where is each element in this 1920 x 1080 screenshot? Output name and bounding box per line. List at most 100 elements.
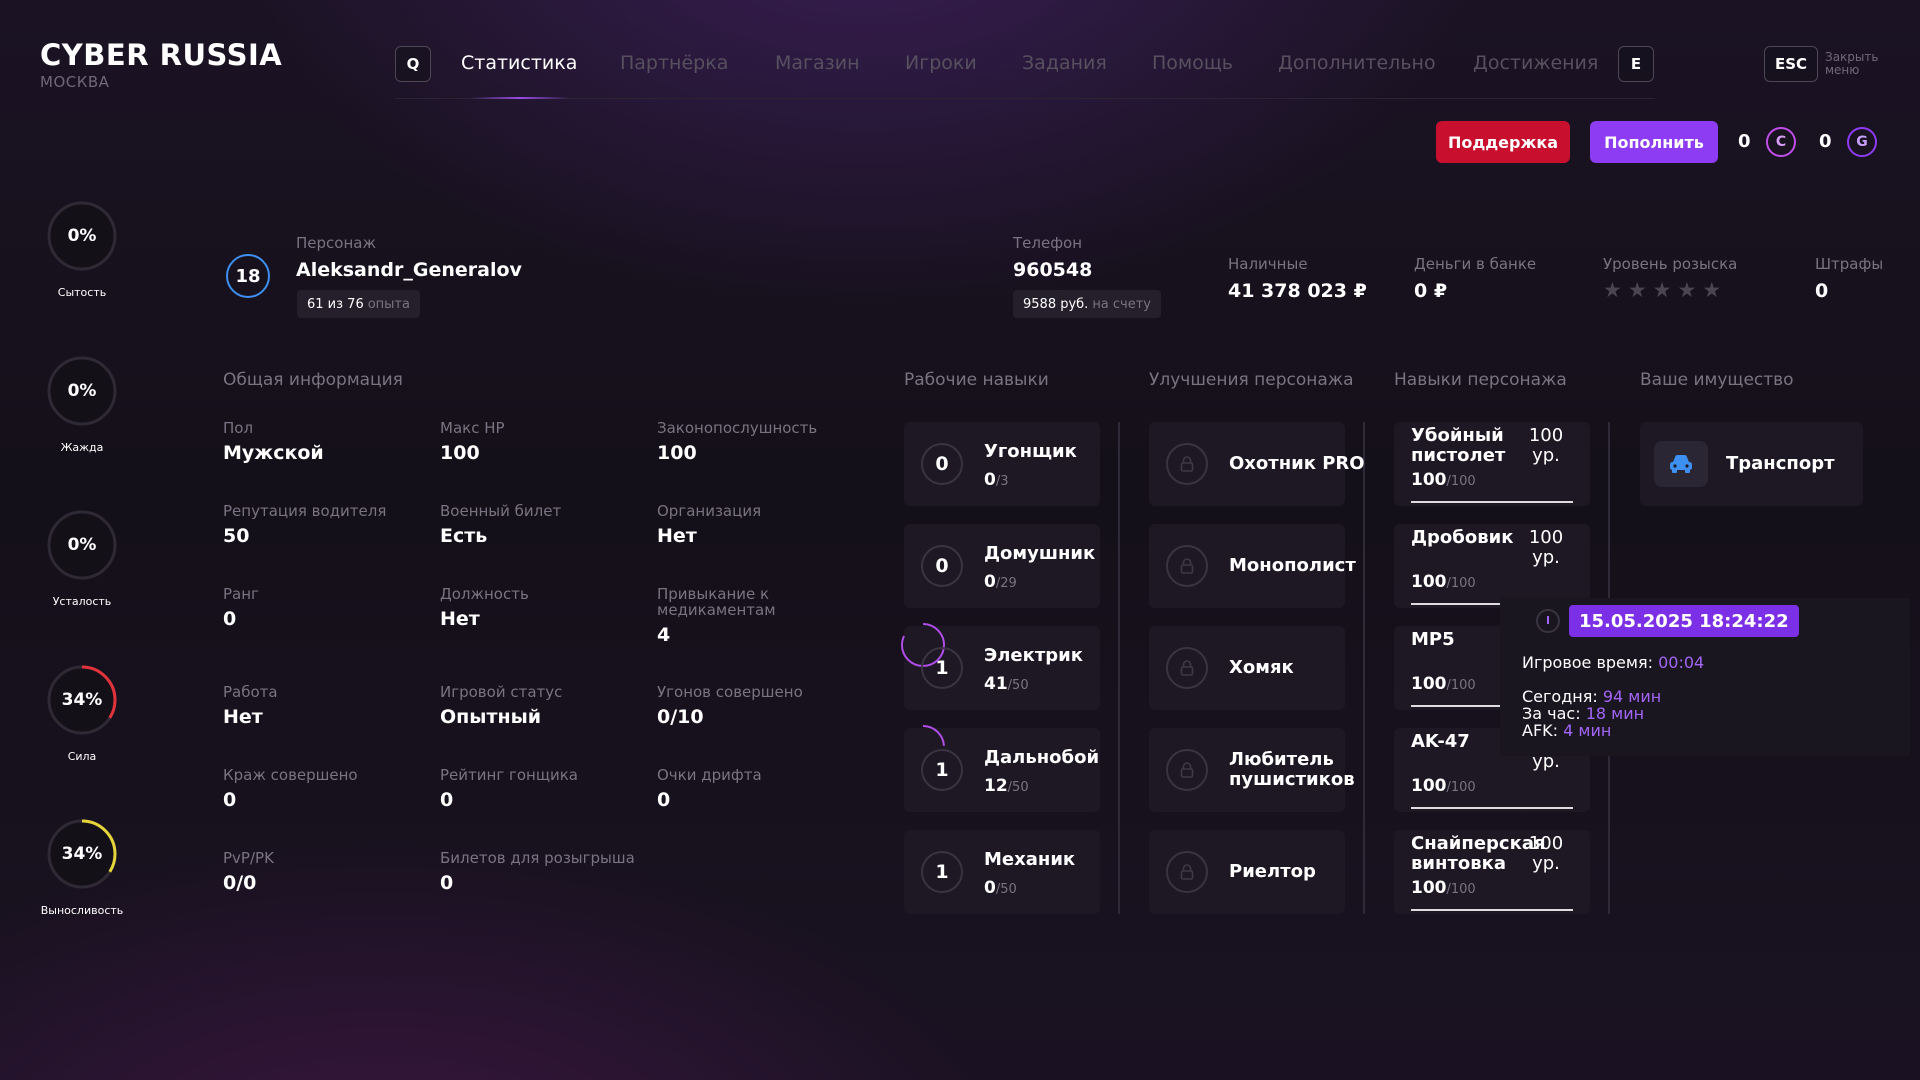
general-field: Рейтинг гонщика 0 [440, 767, 640, 811]
char-skill-level: 100 ур. [1528, 833, 1564, 874]
work-skill-current: 0 [984, 470, 996, 490]
need-label: Выносливость [40, 904, 124, 917]
work-skill-name: Электрик [984, 645, 1083, 666]
work-skill-name: Угонщик [984, 441, 1077, 462]
need-label: Жажда [60, 441, 104, 454]
support-button[interactable]: Поддержка [1436, 121, 1570, 163]
general-field-label: Рейтинг гонщика [440, 766, 578, 784]
general-field: Пол Мужской [223, 420, 423, 464]
property-title: Ваше имущество [1640, 370, 1794, 390]
work-skill-progress: 41/50 [984, 674, 1029, 694]
phone-number: 960548 [1013, 259, 1093, 281]
general-field: Краж совершено 0 [223, 767, 423, 811]
work-skill-card[interactable]: 0 Угонщик 0/3 [904, 422, 1100, 506]
work-skill-card[interactable]: 1 Электрик 41/50 [901, 623, 1100, 710]
upgrade-name: Охотник PRO [1229, 453, 1365, 474]
column-divider [1118, 422, 1120, 914]
general-field-value: Нет [440, 608, 480, 630]
char-skill-current: 100 [1411, 878, 1447, 898]
character-label: Персонаж [296, 234, 376, 252]
char-skill-card[interactable]: Дробовик 100 ур. 100/100 [1394, 524, 1590, 608]
general-field-value: 0 [440, 789, 454, 811]
upgrade-name: Монополист [1229, 555, 1356, 576]
general-field-label: Организация [657, 502, 762, 520]
nav-next-key[interactable]: E [1618, 46, 1654, 82]
work-skill-card[interactable]: 1 Механик 0/50 [904, 830, 1100, 914]
general-field-label: Военный билет [440, 502, 562, 520]
general-field-value: 0/10 [657, 706, 704, 728]
tab-additional[interactable]: Дополнительно [1278, 52, 1436, 74]
need-label: Сила [67, 750, 97, 763]
nav-prev-key[interactable]: Q [395, 46, 431, 82]
need-label: Сытость [57, 286, 107, 299]
work-skill-max: /50 [1007, 678, 1029, 693]
work-skill-name: Домушник [984, 543, 1096, 564]
currency-c-value: 0 [1738, 131, 1751, 152]
char-skills-title: Навыки персонажа [1394, 370, 1567, 390]
upgrade-card[interactable]: Риелтор [1149, 830, 1345, 914]
need-ring: 0% [46, 509, 118, 581]
g-coin-icon: G [1847, 127, 1877, 157]
tab-partner[interactable]: Партнёрка [620, 52, 728, 74]
general-field-label: Работа [223, 683, 278, 701]
general-field-value: 100 [440, 442, 480, 464]
upgrade-name: Любитель пушистиков [1229, 749, 1355, 790]
general-field: Ранг 0 [223, 586, 423, 630]
work-skill-card[interactable]: 0 Домушник 0/29 [904, 524, 1100, 608]
upgrade-card[interactable]: Хомяк [1149, 626, 1345, 710]
wanted-label: Уровень розыска [1603, 255, 1738, 273]
general-field-label: Ранг [223, 585, 259, 603]
general-field: Работа Нет [223, 684, 423, 728]
nav-active-underline [470, 97, 570, 99]
char-skill-card[interactable]: Убойный пистолет 100 ур. 100/100 [1394, 422, 1590, 506]
fines-value: 0 [1815, 280, 1829, 302]
general-field: Билетов для розыгрыша 0 [440, 850, 640, 894]
char-skill-card[interactable]: Снайперская винтовка 100 ур. 100/100 [1394, 830, 1590, 914]
general-field: Очки дрифта 0 [657, 767, 857, 811]
work-skill-card[interactable]: 1 Дальнобой 12/50 [901, 725, 1100, 812]
char-skill-progress: 100/100 [1411, 776, 1476, 796]
tab-players[interactable]: Игроки [905, 52, 977, 74]
char-skill-progress: 100/100 [1411, 674, 1476, 694]
general-field-value: Нет [223, 706, 263, 728]
general-field-value: Опытный [440, 706, 542, 728]
char-skill-current: 100 [1411, 674, 1447, 694]
work-skill-level: 1 [921, 647, 963, 689]
tab-shop[interactable]: Магазин [775, 52, 860, 74]
work-skill-level: 0 [921, 443, 963, 485]
general-field: Организация Нет [657, 503, 857, 547]
char-skill-bar [1411, 909, 1573, 911]
tooltip-afk: AFK: 4 мин [1522, 721, 1612, 740]
phone-balance-unit: на счету [1092, 296, 1152, 312]
char-skill-max: /100 [1446, 678, 1476, 693]
general-field-label: Привыкание к медикаментам [657, 585, 776, 619]
char-skill-max: /100 [1446, 474, 1476, 489]
esc-key[interactable]: ESC [1764, 46, 1818, 82]
close-menu-label[interactable]: Закрыть меню [1825, 51, 1878, 77]
wanted-star-icon: ★ [1702, 278, 1722, 302]
general-field-label: Макс HP [440, 419, 505, 437]
char-skill-max: /100 [1446, 780, 1476, 795]
upgrade-card[interactable]: Монополист [1149, 524, 1356, 608]
property-name: Транспорт [1726, 453, 1835, 474]
general-field-label: PvP/PK [223, 849, 274, 867]
upgrade-card[interactable]: Любитель пушистиков [1149, 728, 1355, 812]
level-badge: 18 [226, 254, 270, 298]
topup-button[interactable]: Пополнить [1590, 121, 1718, 163]
general-field-value: Есть [440, 525, 488, 547]
property-card-transport[interactable]: Транспорт [1640, 422, 1863, 506]
char-skill-max: /100 [1446, 882, 1476, 897]
tab-help[interactable]: Помощь [1152, 52, 1233, 74]
general-field: Угонов совершено 0/10 [657, 684, 857, 728]
work-skill-progress: 12/50 [984, 776, 1029, 796]
char-skill-level: 100 ур. [1528, 527, 1564, 568]
brand-city: МОСКВА [40, 73, 110, 91]
need-value: 34% [61, 690, 103, 710]
need-ring: 34% [46, 818, 118, 890]
tab-achievements[interactable]: Достижения [1473, 52, 1598, 74]
upgrade-card[interactable]: Охотник PRO [1149, 422, 1365, 506]
char-skill-level: 100 ур. [1528, 425, 1564, 466]
tab-quests[interactable]: Задания [1022, 52, 1107, 74]
phone-balance: 9588 руб. [1023, 296, 1089, 312]
tab-statistics[interactable]: Статистика [461, 52, 577, 74]
